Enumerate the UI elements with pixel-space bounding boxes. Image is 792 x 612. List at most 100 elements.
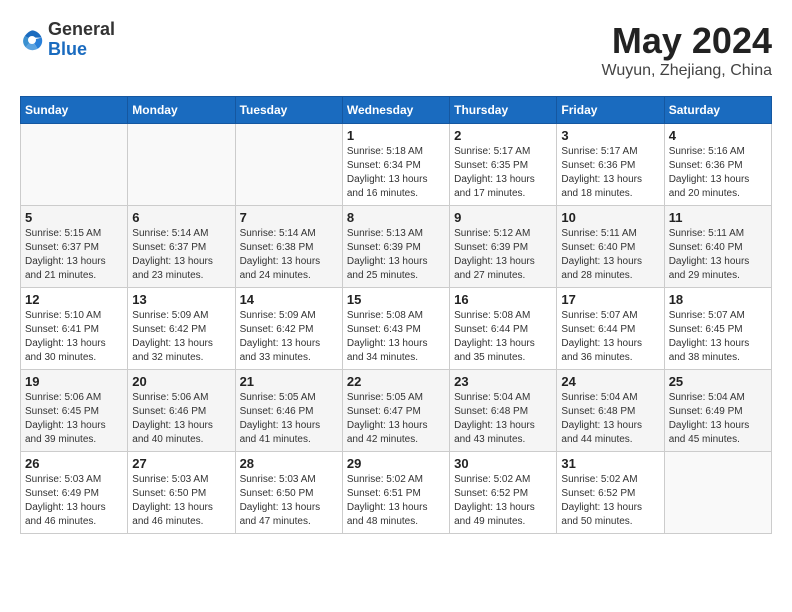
header-day-tuesday: Tuesday bbox=[235, 97, 342, 124]
main-title: May 2024 bbox=[602, 20, 772, 62]
calendar-cell: 27 Sunrise: 5:03 AM Sunset: 6:50 PM Dayli… bbox=[128, 452, 235, 534]
day-number: 18 bbox=[669, 292, 767, 307]
calendar-cell: 31 Sunrise: 5:02 AM Sunset: 6:52 PM Dayli… bbox=[557, 452, 664, 534]
calendar-cell: 5 Sunrise: 5:15 AM Sunset: 6:37 PM Daylig… bbox=[21, 206, 128, 288]
calendar-cell: 28Sunrise: 5:03 AM Sunset: 6:50 PM Dayli… bbox=[235, 452, 342, 534]
day-number: 7 bbox=[240, 210, 338, 225]
calendar-cell: 30 Sunrise: 5:02 AM Sunset: 6:52 PM Dayli… bbox=[450, 452, 557, 534]
header-day-thursday: Thursday bbox=[450, 97, 557, 124]
calendar-cell bbox=[664, 452, 771, 534]
day-info: Sunrise: 5:08 AM Sunset: 6:44 PM Dayligh… bbox=[454, 309, 552, 365]
day-number: 20 bbox=[132, 374, 230, 389]
calendar-week-4: 19 Sunrise: 5:06 AM Sunset: 6:45 PM Dayli… bbox=[21, 370, 772, 452]
calendar-body: 1Sunrise: 5:18 AM Sunset: 6:34 PM Daylig… bbox=[21, 124, 772, 534]
day-info: Sunrise: 5:15 AM Sunset: 6:37 PM Dayligh… bbox=[25, 227, 123, 283]
day-info: Sunrise: 5:07 AM Sunset: 6:45 PM Dayligh… bbox=[669, 309, 767, 365]
day-number: 16 bbox=[454, 292, 552, 307]
day-info: Sunrise: 5:10 AM Sunset: 6:41 PM Dayligh… bbox=[25, 309, 123, 365]
calendar-cell: 18 Sunrise: 5:07 AM Sunset: 6:45 PM Dayli… bbox=[664, 288, 771, 370]
calendar-cell: 19 Sunrise: 5:06 AM Sunset: 6:45 PM Dayli… bbox=[21, 370, 128, 452]
calendar-week-1: 1Sunrise: 5:18 AM Sunset: 6:34 PM Daylig… bbox=[21, 124, 772, 206]
calendar-week-5: 26Sunrise: 5:03 AM Sunset: 6:49 PM Dayli… bbox=[21, 452, 772, 534]
calendar-cell: 4 Sunrise: 5:16 AM Sunset: 6:36 PM Daylig… bbox=[664, 124, 771, 206]
header-day-monday: Monday bbox=[128, 97, 235, 124]
calendar-cell: 22 Sunrise: 5:05 AM Sunset: 6:47 PM Dayli… bbox=[342, 370, 449, 452]
calendar-cell bbox=[235, 124, 342, 206]
day-number: 19 bbox=[25, 374, 123, 389]
day-number: 12 bbox=[25, 292, 123, 307]
calendar-cell: 6Sunrise: 5:14 AM Sunset: 6:37 PM Daylig… bbox=[128, 206, 235, 288]
day-info: Sunrise: 5:06 AM Sunset: 6:45 PM Dayligh… bbox=[25, 391, 123, 447]
day-info: Sunrise: 5:09 AM Sunset: 6:42 PM Dayligh… bbox=[132, 309, 230, 365]
calendar-week-2: 5 Sunrise: 5:15 AM Sunset: 6:37 PM Daylig… bbox=[21, 206, 772, 288]
page-header: General Blue May 2024 Wuyun, Zhejiang, C… bbox=[20, 20, 772, 80]
day-number: 11 bbox=[669, 210, 767, 225]
day-number: 22 bbox=[347, 374, 445, 389]
day-info: Sunrise: 5:04 AM Sunset: 6:48 PM Dayligh… bbox=[561, 391, 659, 447]
calendar-table: SundayMondayTuesdayWednesdayThursdayFrid… bbox=[20, 96, 772, 534]
day-info: Sunrise: 5:03 AM Sunset: 6:50 PM Dayligh… bbox=[240, 473, 338, 529]
logo: General Blue bbox=[20, 20, 115, 60]
day-info: Sunrise: 5:18 AM Sunset: 6:34 PM Dayligh… bbox=[347, 145, 445, 201]
day-info: Sunrise: 5:05 AM Sunset: 6:46 PM Dayligh… bbox=[240, 391, 338, 447]
header-day-friday: Friday bbox=[557, 97, 664, 124]
calendar-cell: 1Sunrise: 5:18 AM Sunset: 6:34 PM Daylig… bbox=[342, 124, 449, 206]
day-number: 5 bbox=[25, 210, 123, 225]
calendar-cell: 29 Sunrise: 5:02 AM Sunset: 6:51 PM Dayli… bbox=[342, 452, 449, 534]
day-info: Sunrise: 5:04 AM Sunset: 6:48 PM Dayligh… bbox=[454, 391, 552, 447]
day-info: Sunrise: 5:08 AM Sunset: 6:43 PM Dayligh… bbox=[347, 309, 445, 365]
calendar-cell: 16 Sunrise: 5:08 AM Sunset: 6:44 PM Dayli… bbox=[450, 288, 557, 370]
day-number: 25 bbox=[669, 374, 767, 389]
header-day-saturday: Saturday bbox=[664, 97, 771, 124]
calendar-cell: 2Sunrise: 5:17 AM Sunset: 6:35 PM Daylig… bbox=[450, 124, 557, 206]
day-number: 4 bbox=[669, 128, 767, 143]
calendar-cell: 15 Sunrise: 5:08 AM Sunset: 6:43 PM Dayli… bbox=[342, 288, 449, 370]
calendar-cell: 13 Sunrise: 5:09 AM Sunset: 6:42 PM Dayli… bbox=[128, 288, 235, 370]
calendar-cell: 7 Sunrise: 5:14 AM Sunset: 6:38 PM Daylig… bbox=[235, 206, 342, 288]
calendar-cell: 11 Sunrise: 5:11 AM Sunset: 6:40 PM Dayli… bbox=[664, 206, 771, 288]
day-info: Sunrise: 5:12 AM Sunset: 6:39 PM Dayligh… bbox=[454, 227, 552, 283]
day-info: Sunrise: 5:02 AM Sunset: 6:51 PM Dayligh… bbox=[347, 473, 445, 529]
header-day-wednesday: Wednesday bbox=[342, 97, 449, 124]
calendar-cell: 9Sunrise: 5:12 AM Sunset: 6:39 PM Daylig… bbox=[450, 206, 557, 288]
calendar-cell: 23 Sunrise: 5:04 AM Sunset: 6:48 PM Dayli… bbox=[450, 370, 557, 452]
day-number: 6 bbox=[132, 210, 230, 225]
calendar-cell: 8 Sunrise: 5:13 AM Sunset: 6:39 PM Daylig… bbox=[342, 206, 449, 288]
day-number: 29 bbox=[347, 456, 445, 471]
day-info: Sunrise: 5:02 AM Sunset: 6:52 PM Dayligh… bbox=[454, 473, 552, 529]
day-number: 13 bbox=[132, 292, 230, 307]
day-number: 23 bbox=[454, 374, 552, 389]
calendar-cell: 10 Sunrise: 5:11 AM Sunset: 6:40 PM Dayli… bbox=[557, 206, 664, 288]
title-block: May 2024 Wuyun, Zhejiang, China bbox=[602, 20, 772, 80]
day-number: 3 bbox=[561, 128, 659, 143]
day-info: Sunrise: 5:05 AM Sunset: 6:47 PM Dayligh… bbox=[347, 391, 445, 447]
logo-blue-text: Blue bbox=[48, 39, 87, 59]
day-number: 24 bbox=[561, 374, 659, 389]
calendar-cell: 17 Sunrise: 5:07 AM Sunset: 6:44 PM Dayli… bbox=[557, 288, 664, 370]
day-info: Sunrise: 5:03 AM Sunset: 6:50 PM Dayligh… bbox=[132, 473, 230, 529]
day-number: 30 bbox=[454, 456, 552, 471]
header-day-sunday: Sunday bbox=[21, 97, 128, 124]
day-number: 15 bbox=[347, 292, 445, 307]
day-info: Sunrise: 5:04 AM Sunset: 6:49 PM Dayligh… bbox=[669, 391, 767, 447]
calendar-cell: 20Sunrise: 5:06 AM Sunset: 6:46 PM Dayli… bbox=[128, 370, 235, 452]
day-info: Sunrise: 5:02 AM Sunset: 6:52 PM Dayligh… bbox=[561, 473, 659, 529]
day-info: Sunrise: 5:11 AM Sunset: 6:40 PM Dayligh… bbox=[669, 227, 767, 283]
day-info: Sunrise: 5:16 AM Sunset: 6:36 PM Dayligh… bbox=[669, 145, 767, 201]
day-info: Sunrise: 5:07 AM Sunset: 6:44 PM Dayligh… bbox=[561, 309, 659, 365]
day-info: Sunrise: 5:03 AM Sunset: 6:49 PM Dayligh… bbox=[25, 473, 123, 529]
day-info: Sunrise: 5:11 AM Sunset: 6:40 PM Dayligh… bbox=[561, 227, 659, 283]
day-info: Sunrise: 5:14 AM Sunset: 6:38 PM Dayligh… bbox=[240, 227, 338, 283]
day-number: 17 bbox=[561, 292, 659, 307]
day-number: 8 bbox=[347, 210, 445, 225]
day-number: 31 bbox=[561, 456, 659, 471]
logo-general-text: General bbox=[48, 19, 115, 39]
day-number: 27 bbox=[132, 456, 230, 471]
subtitle: Wuyun, Zhejiang, China bbox=[602, 62, 772, 80]
day-info: Sunrise: 5:17 AM Sunset: 6:35 PM Dayligh… bbox=[454, 145, 552, 201]
calendar-cell: 3Sunrise: 5:17 AM Sunset: 6:36 PM Daylig… bbox=[557, 124, 664, 206]
day-info: Sunrise: 5:13 AM Sunset: 6:39 PM Dayligh… bbox=[347, 227, 445, 283]
day-number: 14 bbox=[240, 292, 338, 307]
calendar-cell bbox=[128, 124, 235, 206]
day-number: 10 bbox=[561, 210, 659, 225]
